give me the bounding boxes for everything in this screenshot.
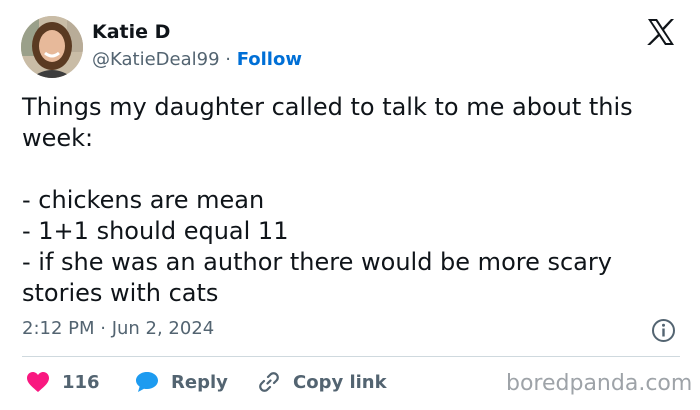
tweet-text: Things my daughter called to talk to me … [22,93,633,307]
copy-link-label: Copy link [293,371,387,393]
author-avatar[interactable] [21,16,83,78]
follow-button[interactable]: Follow [237,49,302,70]
author-handle[interactable]: @KatieDeal99 [92,49,220,70]
speech-bubble-icon [136,372,158,392]
link-icon [259,372,279,392]
x-logo-icon[interactable] [646,18,676,46]
author-handle-row: @KatieDeal99 · Follow [92,49,302,70]
heart-icon [27,372,49,392]
tweet-timestamp[interactable]: 2:12 PM · Jun 2, 2024 [22,318,214,339]
info-icon[interactable] [651,318,676,343]
author-name[interactable]: Katie D [92,21,170,43]
avatar-photo [21,16,83,78]
like-count: 116 [62,371,100,393]
copy-link-button[interactable]: Copy link [257,368,387,396]
handle-separator: · [219,49,237,70]
watermark: boredpanda.com [506,371,693,396]
reply-label: Reply [171,371,228,393]
like-button[interactable]: 116 [26,368,100,396]
reply-button[interactable]: Reply [135,368,228,396]
divider [22,356,680,357]
